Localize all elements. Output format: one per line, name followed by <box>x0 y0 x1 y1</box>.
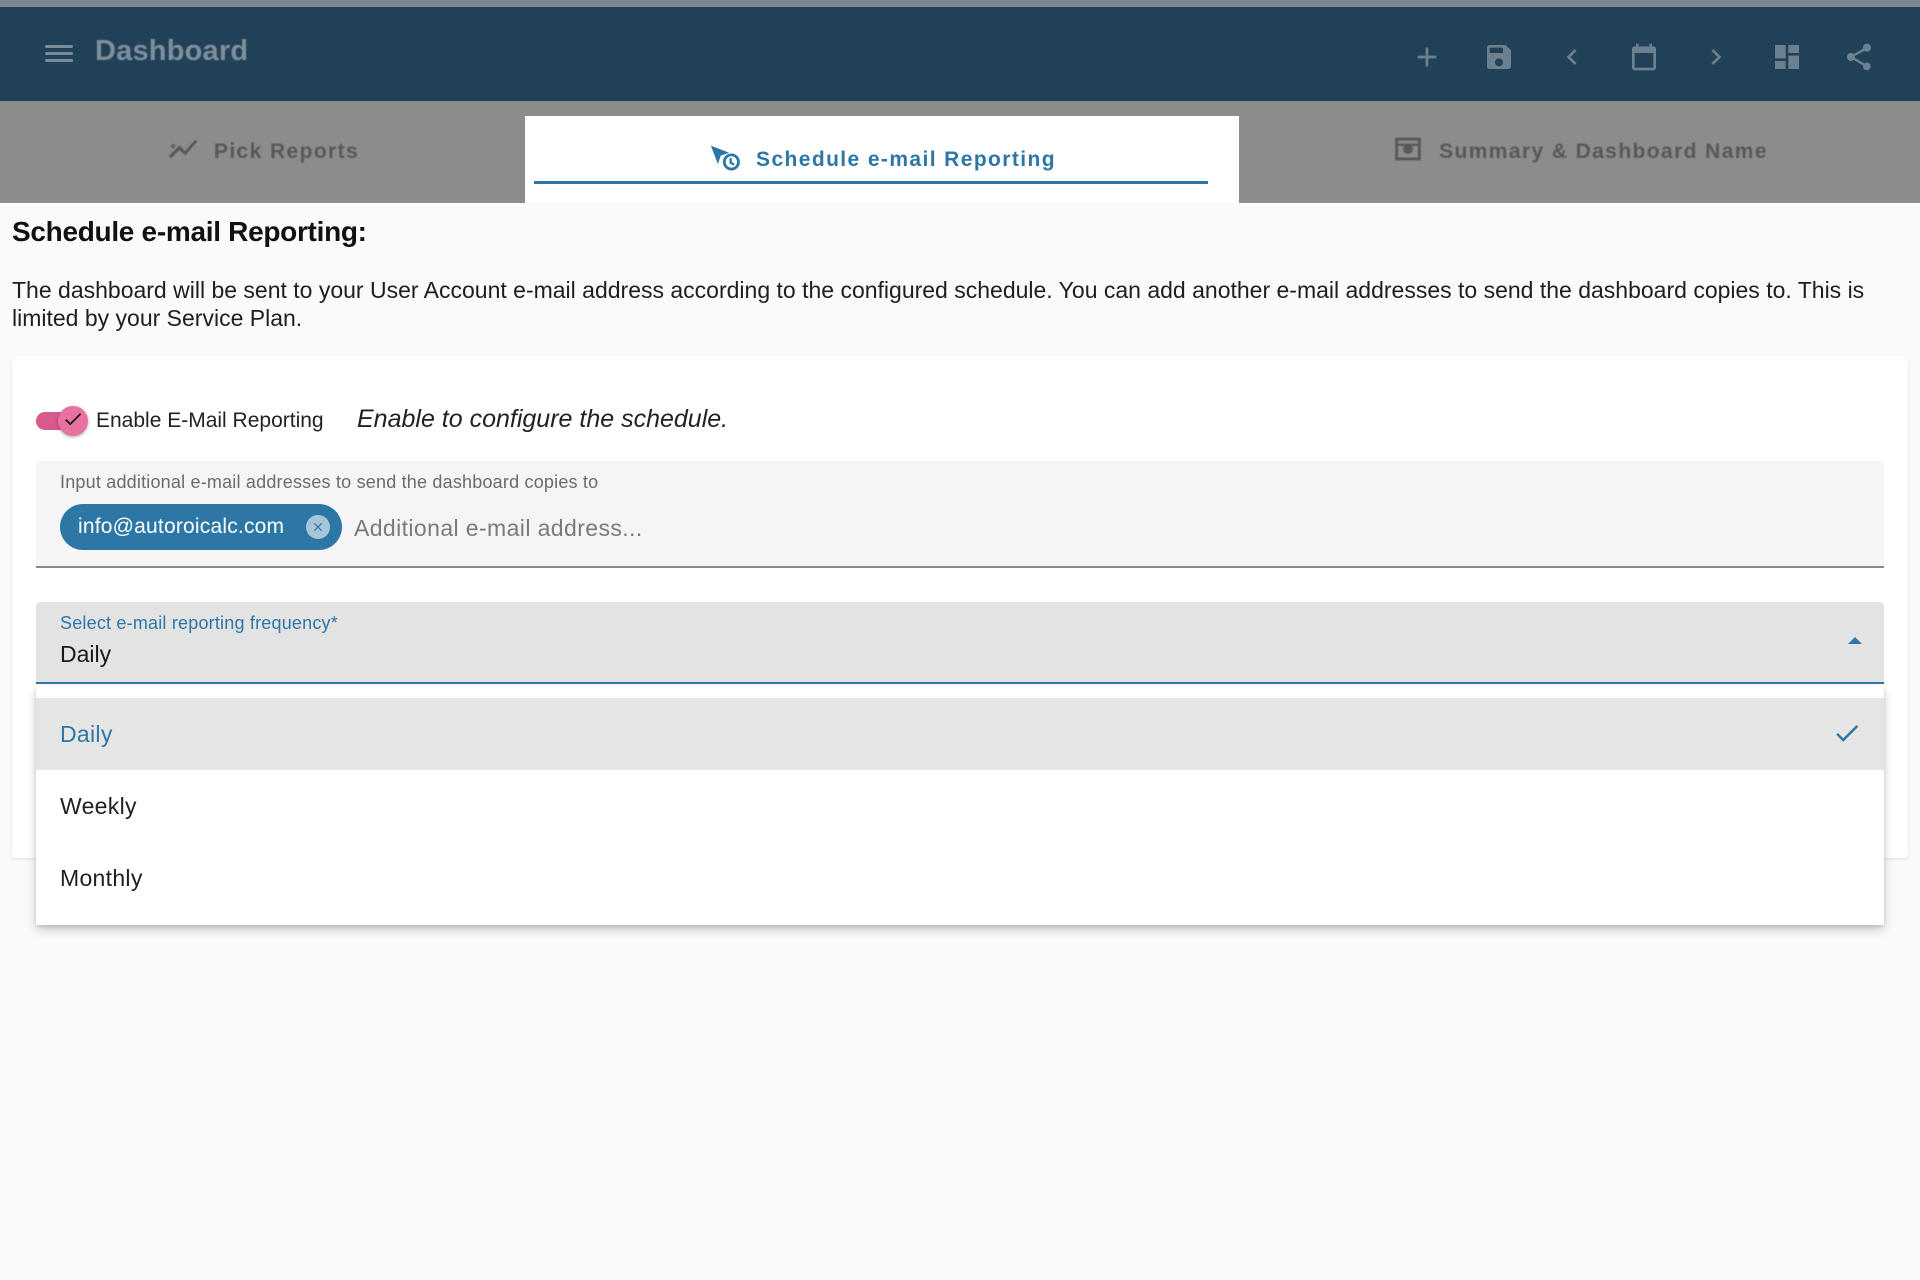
tab-label: Summary & Dashboard Name <box>1439 140 1768 163</box>
dashboard-grid-icon[interactable] <box>1771 41 1803 73</box>
active-tab-indicator <box>534 181 1208 184</box>
frequency-dropdown-menu: Daily Weekly Monthly <box>36 686 1884 925</box>
tab-label: Pick Reports <box>213 140 360 163</box>
app-title: Dashboard <box>95 35 249 67</box>
save-icon[interactable] <box>1483 41 1515 73</box>
page-title: Schedule e-mail Reporting: <box>12 216 367 247</box>
chart-line-icon <box>166 132 200 172</box>
chevron-right-icon[interactable] <box>1700 41 1732 73</box>
chevron-left-icon[interactable] <box>1556 41 1588 73</box>
menu-icon[interactable] <box>43 41 75 69</box>
email-chip[interactable]: info@autoroicalc.com <box>60 504 342 550</box>
emails-field-label: Input additional e-mail addresses to sen… <box>60 472 599 492</box>
frequency-select[interactable]: Select e-mail reporting frequency* Daily <box>36 602 1884 684</box>
app-bar: Dashboard <box>0 7 1920 101</box>
enable-email-reporting-toggle[interactable] <box>36 406 90 436</box>
check-icon <box>1832 718 1862 748</box>
check-icon <box>62 408 84 435</box>
tab-schedule-email-reporting[interactable]: Schedule e-mail Reporting <box>525 116 1239 203</box>
calendar-icon[interactable] <box>1628 41 1660 73</box>
share-icon[interactable] <box>1843 41 1875 73</box>
frequency-option-weekly[interactable]: Weekly <box>36 770 1884 842</box>
caret-up-icon[interactable] <box>1848 637 1862 644</box>
page-description: The dashboard will be sent to your User … <box>12 277 1865 331</box>
option-label: Monthly <box>60 864 143 891</box>
add-icon[interactable] <box>1411 41 1443 73</box>
additional-emails-field[interactable]: Input additional e-mail addresses to sen… <box>36 461 1884 568</box>
frequency-select-label: Select e-mail reporting frequency* <box>60 613 338 633</box>
tab-pick-reports[interactable]: Pick Reports <box>0 101 525 203</box>
frequency-option-monthly[interactable]: Monthly <box>36 842 1884 914</box>
window-top-edge <box>0 0 1920 7</box>
remove-chip-icon[interactable] <box>306 515 330 539</box>
additional-email-input[interactable] <box>354 511 1154 545</box>
option-label: Daily <box>60 720 113 747</box>
tab-summary-dashboard-name[interactable]: Summary & Dashboard Name <box>1239 101 1920 203</box>
summary-icon <box>1391 132 1425 172</box>
tab-label: Schedule e-mail Reporting <box>756 147 1056 171</box>
email-chip-label: info@autoroicalc.com <box>78 515 285 538</box>
toggle-label: Enable E-Mail Reporting <box>96 409 324 432</box>
frequency-selected-value: Daily <box>60 641 112 667</box>
toggle-hint: Enable to configure the schedule. <box>357 405 729 433</box>
frequency-option-daily[interactable]: Daily <box>36 698 1884 770</box>
toggle-knob <box>58 406 88 436</box>
send-clock-icon <box>708 140 742 180</box>
option-label: Weekly <box>60 792 137 819</box>
